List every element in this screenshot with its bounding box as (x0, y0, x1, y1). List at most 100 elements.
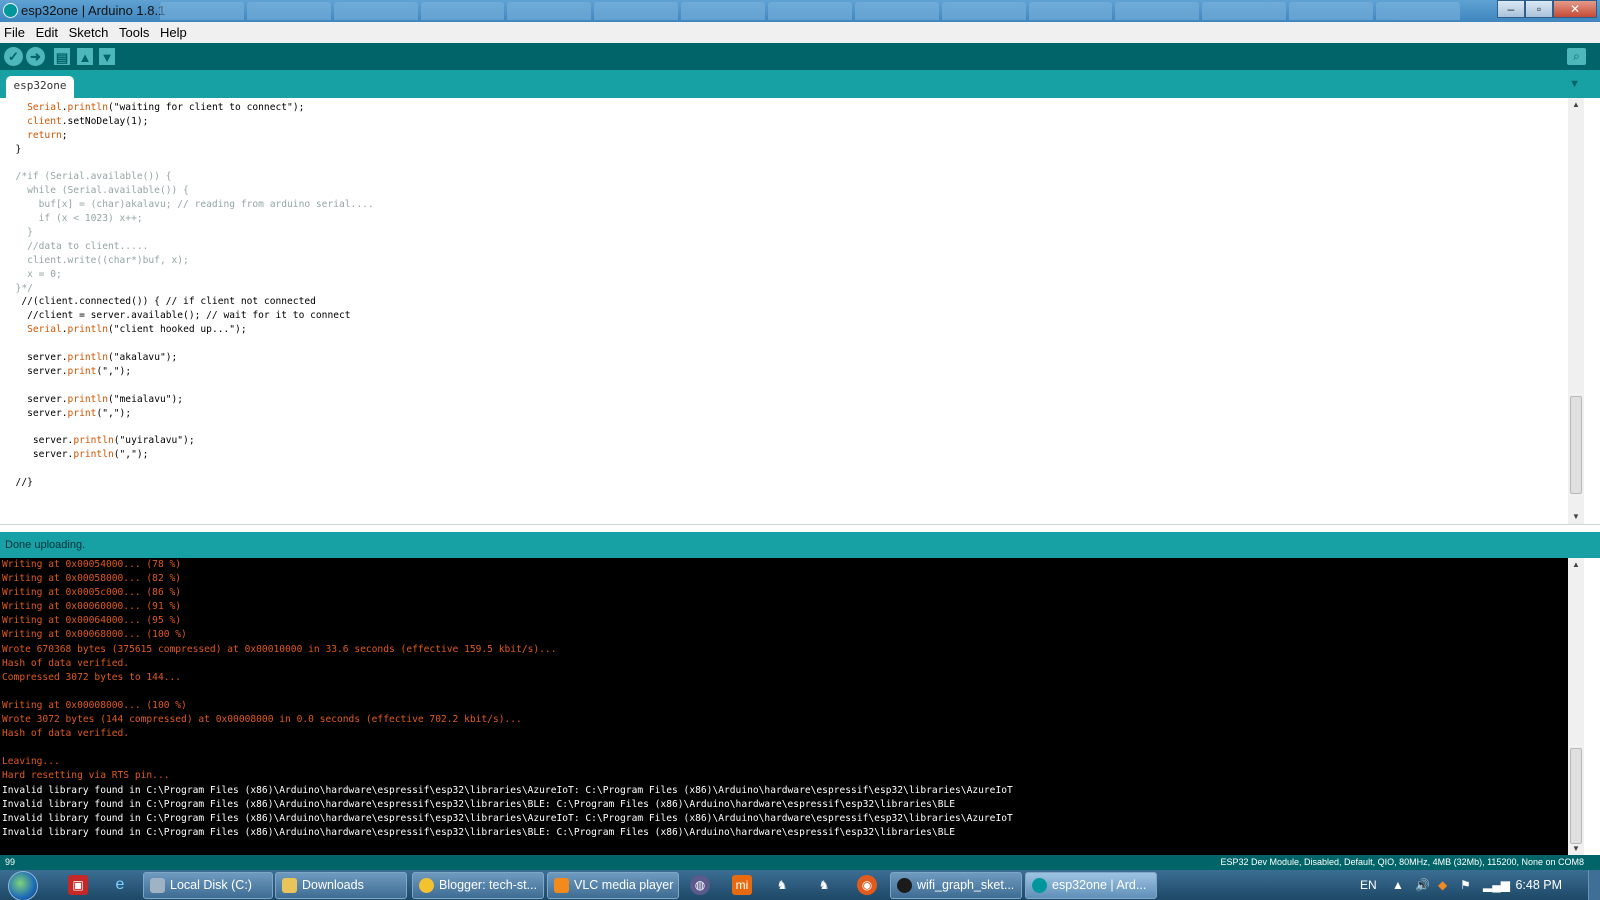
action-center-flag-icon[interactable]: ⚑ (1460, 878, 1471, 892)
code-token: ("uyiralavu"); (113, 435, 195, 447)
code-token: (","); (113, 449, 149, 461)
scroll-down-arrow-icon[interactable]: ▼ (1572, 512, 1580, 521)
console-scrollbar[interactable]: ▲ ▼ (1568, 558, 1584, 855)
minimize-button[interactable]: – (1497, 0, 1525, 18)
console-line: Compressed 3072 bytes to 144... (2, 671, 182, 683)
mi-app-icon[interactable]: mi (732, 875, 752, 895)
tray-app-icon[interactable]: ◆ (1438, 878, 1447, 892)
console-line: Writing at 0x00008000... (100 %) (2, 699, 187, 711)
code-token: } (4, 143, 22, 155)
output-console[interactable]: Writing at 0x00054000... (78 %) Writing a… (0, 558, 1584, 855)
code-line[interactable]: return; (4, 129, 374, 143)
code-line[interactable]: } (4, 226, 374, 240)
volume-icon[interactable]: 🔊 (1415, 878, 1430, 892)
menu-file[interactable]: File (0, 22, 28, 40)
console-text[interactable]: Writing at 0x00054000... (78 %) Writing a… (2, 558, 1013, 840)
serial-monitor-button[interactable]: ⌕ (1567, 48, 1586, 65)
folder-icon (282, 878, 297, 893)
new-sketch-button[interactable]: ▤ (54, 48, 70, 65)
firefox-icon[interactable]: ◉ (857, 875, 877, 895)
taskbar-window-chrome[interactable]: Blogger: tech-st... (412, 872, 544, 899)
taskbar-window-local-disk[interactable]: Local Disk (C:) (143, 872, 273, 899)
console-scroll-up-icon[interactable]: ▲ (1572, 560, 1580, 569)
code-token: //data to client..... (4, 240, 149, 252)
code-token: //client = server.available(); // wait f… (4, 310, 351, 322)
console-scroll-thumb[interactable] (1570, 748, 1582, 844)
close-button[interactable]: ✕ (1553, 0, 1597, 18)
network-signal-icon[interactable]: ▂▄▆ (1483, 878, 1510, 892)
code-line[interactable]: Serial.println("waiting for client to co… (4, 101, 374, 115)
code-line[interactable]: server.println("uyiralavu"); (4, 434, 374, 448)
upload-button[interactable]: ➜ (26, 47, 45, 66)
maximize-button[interactable]: ▫ (1525, 0, 1553, 18)
open-sketch-button[interactable]: ▲ (77, 48, 93, 65)
start-button[interactable] (8, 871, 38, 900)
code-token: server. (4, 435, 74, 447)
tray-expand-icon[interactable]: ▲ (1392, 878, 1404, 892)
code-line[interactable]: client.setNoDelay(1); (4, 115, 374, 129)
tab-menu-dropdown-icon[interactable]: ▼ (1569, 78, 1580, 90)
console-line: Writing at 0x00068000... (100 %) (2, 629, 187, 641)
code-line[interactable]: server.print(","); (4, 365, 374, 379)
code-line[interactable]: client.write((char*)buf, x); (4, 254, 374, 268)
taskbar-window-vlc[interactable]: VLC media player (547, 872, 679, 899)
code-token: } (4, 227, 33, 239)
code-line[interactable]: } (4, 143, 374, 157)
code-line[interactable]: //(client.connected()) { // if client no… (4, 295, 374, 309)
code-line[interactable]: //client = server.available(); // wait f… (4, 309, 374, 323)
panel-splitter[interactable] (0, 524, 1600, 532)
code-editor[interactable]: Serial.println("waiting for client to co… (0, 98, 1584, 524)
windows-taskbar: ▣ e Local Disk (C:) Downloads Blogger: t… (0, 870, 1600, 900)
code-line[interactable] (4, 379, 374, 393)
app-icon-3[interactable]: ♞ (814, 875, 834, 895)
code-line[interactable]: //} (4, 476, 374, 490)
editor-scroll-thumb[interactable] (1570, 396, 1582, 494)
show-desktop-button[interactable] (1588, 870, 1600, 900)
code-line[interactable] (4, 462, 374, 476)
code-text[interactable]: Serial.println("waiting for client to co… (4, 101, 374, 490)
menu-help[interactable]: Help (156, 22, 190, 40)
pdf-reader-icon[interactable]: ▣ (68, 875, 88, 895)
save-arrow-icon: ▼ (100, 50, 114, 65)
internet-explorer-icon[interactable]: e (110, 875, 130, 895)
code-token: ("waiting for client to connect"); (107, 102, 305, 113)
code-line[interactable] (4, 337, 374, 351)
code-line[interactable] (4, 420, 374, 434)
code-line[interactable]: while (Serial.available()) { (4, 184, 374, 198)
editor-scrollbar[interactable]: ▲ ▼ (1568, 98, 1584, 524)
drive-icon (150, 878, 165, 893)
code-line[interactable]: buf[x] = (char)akalavu; // reading from … (4, 198, 374, 212)
code-line[interactable] (4, 157, 374, 171)
scroll-up-arrow-icon[interactable]: ▲ (1572, 100, 1580, 109)
code-line[interactable]: }*/ (4, 282, 374, 296)
tab-esp32one[interactable]: esp32one (6, 76, 74, 98)
app-icon-2[interactable]: ♞ (772, 875, 792, 895)
verify-button[interactable]: ✓ (4, 47, 23, 66)
status-bar: Done uploading. (0, 532, 1600, 558)
code-line[interactable]: server.print(","); (4, 407, 374, 421)
code-line[interactable]: server.println(","); (4, 448, 374, 462)
language-indicator[interactable]: EN (1360, 878, 1377, 892)
console-scroll-down-icon[interactable]: ▼ (1572, 844, 1580, 853)
code-line[interactable]: server.println("akalavu"); (4, 351, 374, 365)
code-line[interactable]: x = 0; (4, 268, 374, 282)
clock[interactable]: 6:48 PM (1515, 878, 1562, 892)
taskbar-window-downloads[interactable]: Downloads (275, 872, 407, 899)
taskbar-window-wifi-graph[interactable]: wifi_graph_sket... (890, 872, 1022, 899)
menu-edit[interactable]: Edit (32, 22, 61, 40)
code-line[interactable]: if (x < 1023) x++; (4, 212, 374, 226)
taskbar-window-esp32one[interactable]: esp32one | Ard... (1025, 872, 1157, 899)
menu-sketch[interactable]: Sketch (65, 22, 112, 40)
console-line: Writing at 0x00060000... (91 %) (2, 601, 182, 613)
app-icon-1[interactable]: ◍ (690, 875, 710, 895)
menu-tools[interactable]: Tools (115, 22, 152, 40)
vlc-icon (554, 878, 569, 893)
code-line[interactable]: //data to client..... (4, 240, 374, 254)
code-line[interactable]: Serial.println("client hooked up..."); (4, 323, 374, 337)
menu-bar: File Edit Sketch Tools Help (0, 22, 1600, 43)
console-line: Writing at 0x0005c000... (86 %) (2, 587, 182, 599)
code-line[interactable]: /*if (Serial.available()) { (4, 170, 374, 184)
code-line[interactable]: server.println("meialavu"); (4, 393, 374, 407)
save-sketch-button[interactable]: ▼ (99, 48, 115, 65)
